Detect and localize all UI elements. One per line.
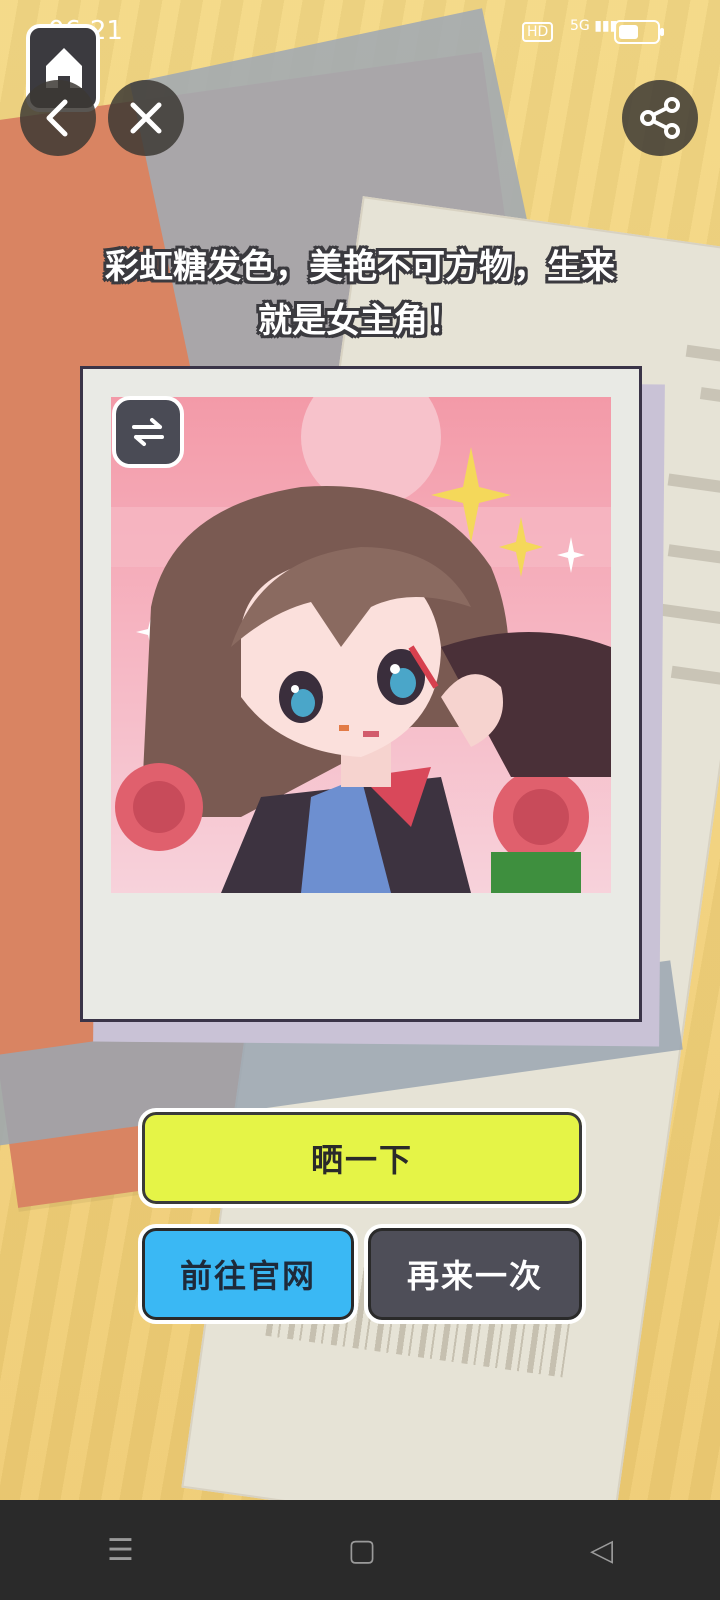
share-result-button[interactable]: 晒一下 <box>138 1108 586 1208</box>
menu-icon[interactable]: ☰ <box>107 1533 134 1568</box>
portrait-illustration <box>111 397 611 893</box>
battery-icon <box>614 20 664 44</box>
caption-line-1: 彩虹糖发色，美艳不可方物，生来 <box>105 247 615 287</box>
retry-label: 再来一次 <box>406 1257 543 1295</box>
share-button[interactable] <box>622 80 698 156</box>
swap-button[interactable] <box>112 396 184 468</box>
signal-icon: 5G ▮▮▮ <box>570 18 618 34</box>
retry-button[interactable]: 再来一次 <box>364 1224 586 1324</box>
share-icon <box>640 97 680 139</box>
back-button[interactable] <box>20 80 96 156</box>
share-result-label: 晒一下 <box>310 1141 413 1179</box>
home-nav-icon[interactable]: ▢ <box>348 1533 376 1568</box>
official-website-button[interactable]: 前往官网 <box>138 1224 358 1324</box>
caption-line-2: 就是女主角！ <box>258 301 462 341</box>
network-label: 5G <box>570 18 590 34</box>
swap-icon <box>132 418 164 446</box>
result-caption: 彩虹糖发色，美艳不可方物，生来 就是女主角！ <box>70 240 650 348</box>
back-nav-icon[interactable]: ◁ <box>590 1533 613 1568</box>
status-bar: 06:21 HD 5G ▮▮▮ <box>0 0 720 64</box>
system-navigation-bar: ☰ ▢ ◁ <box>0 1500 720 1600</box>
close-icon <box>130 102 162 134</box>
pixel-portrait <box>111 397 611 893</box>
official-website-label: 前往官网 <box>179 1257 316 1295</box>
back-icon <box>46 99 68 137</box>
close-button[interactable] <box>108 80 184 156</box>
hd-badge: HD <box>522 22 554 42</box>
